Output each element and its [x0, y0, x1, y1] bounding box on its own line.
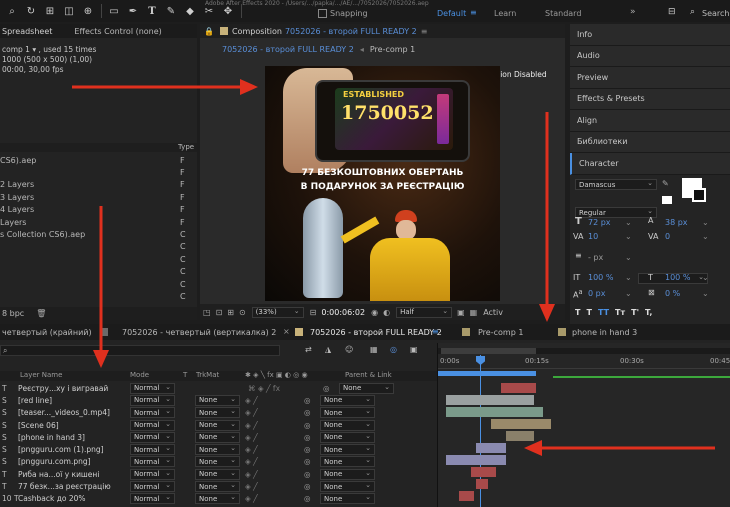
arrow-to-viewer-head	[240, 79, 258, 95]
arrow-to-layers-head	[93, 350, 109, 368]
arrow-to-timeline-bars-head	[524, 440, 542, 456]
annotation-arrows	[72, 79, 715, 456]
arrow-to-comp-footer-head	[539, 304, 555, 322]
